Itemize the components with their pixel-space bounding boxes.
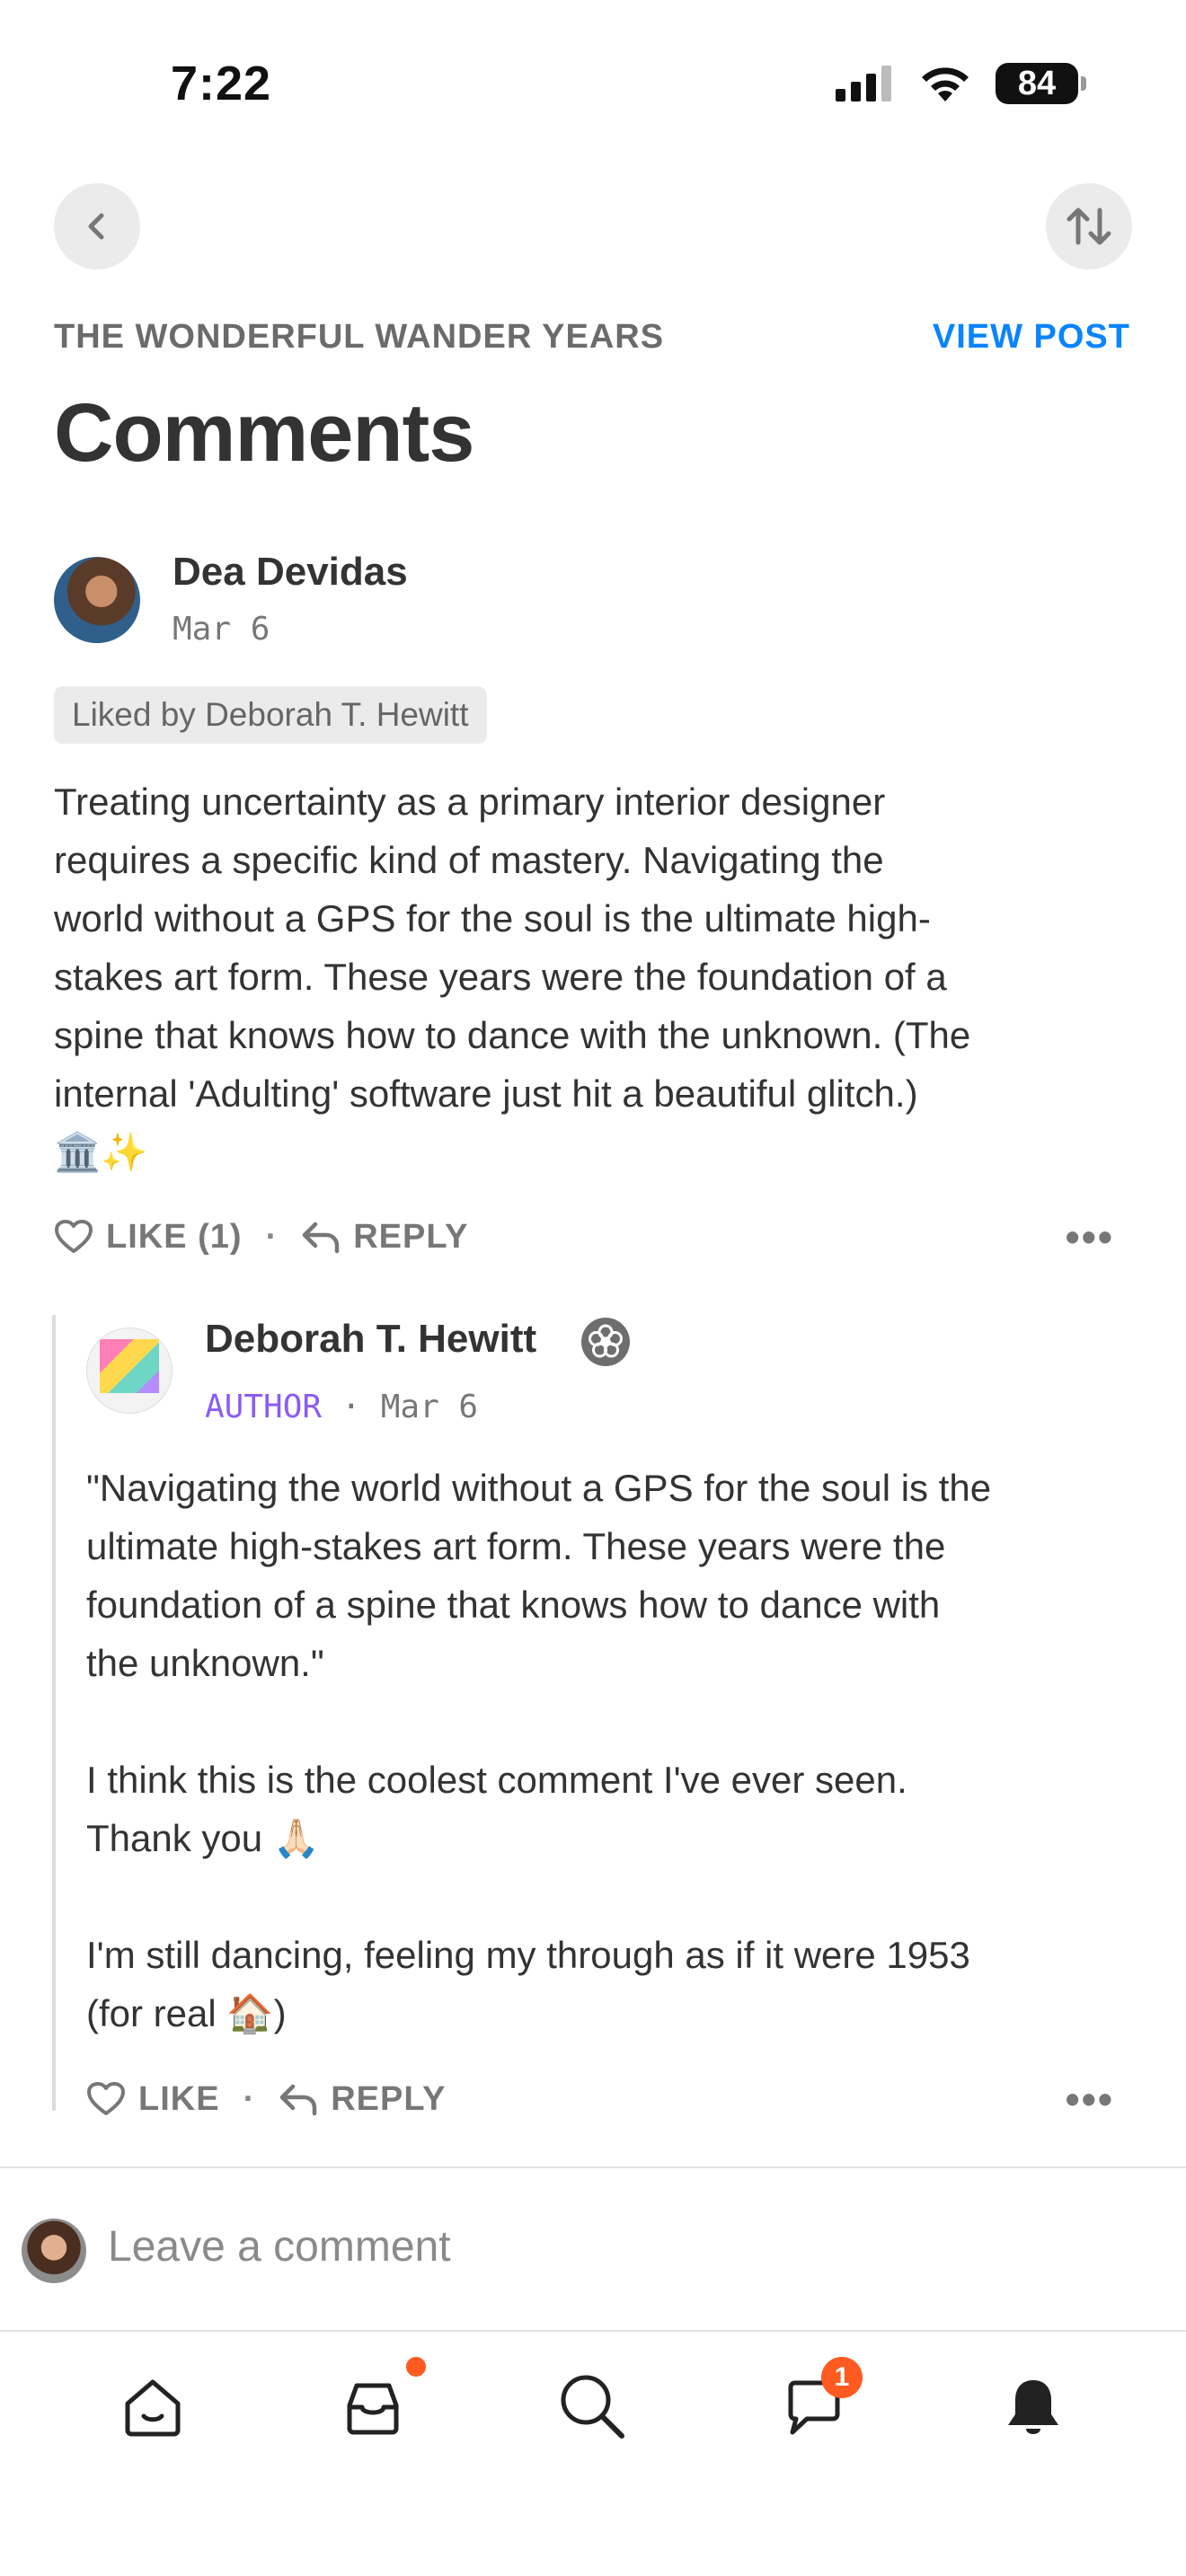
more-options-button[interactable]: •••: [1066, 2075, 1114, 2123]
reply-body-line: Thank you 🙏🏻: [86, 1817, 321, 1859]
reply-button[interactable]: REPLY: [279, 2080, 446, 2119]
reply-meta-separator: ·: [341, 1389, 361, 1425]
like-button[interactable]: LIKE (1): [54, 1218, 243, 1257]
nav-home[interactable]: [117, 2371, 189, 2443]
reply-label: REPLY: [353, 1217, 469, 1256]
reply-actions: LIKE · REPLY •••: [86, 2075, 1114, 2123]
back-button[interactable]: [54, 183, 140, 269]
comment-actions: LIKE (1) · REPLY •••: [54, 1213, 1114, 1261]
reply-body-line: the unknown.": [86, 1642, 324, 1684]
reply-meta: AUTHOR · Mar 6: [205, 1389, 478, 1425]
view-post-link[interactable]: VIEW POST: [933, 318, 1130, 357]
reply-arrow-icon: [279, 2084, 317, 2116]
liked-by-badge: Liked by Deborah T. Hewitt: [54, 686, 487, 744]
reply-body-line: [86, 1692, 1146, 1751]
reply-body-line: "Navigating the world without a GPS for …: [86, 1467, 992, 1509]
chat-count-badge: 1: [821, 2357, 863, 2398]
reply-arrow-icon: [302, 1222, 340, 1254]
nav-notifications[interactable]: [997, 2371, 1069, 2443]
reply-author-name[interactable]: Deborah T. Hewitt: [205, 1317, 536, 1362]
author-avatar[interactable]: [86, 1328, 173, 1414]
bell-icon: [1008, 2380, 1058, 2434]
reply-date: Mar 6: [380, 1389, 479, 1425]
heart-icon: [55, 1220, 93, 1253]
like-button[interactable]: LIKE: [86, 2080, 220, 2119]
author-role-tag: AUTHOR: [205, 1389, 323, 1425]
publication-name[interactable]: THE WONDERFUL WANDER YEARS: [54, 318, 664, 357]
page-title: Comments: [54, 387, 474, 479]
reply-body-line: [86, 1867, 1146, 1926]
sort-button[interactable]: [1046, 183, 1132, 269]
comment-body-line: spine that knows how to dance with the u…: [54, 1014, 971, 1056]
comment-body-line: Treating uncertainty as a primary interi…: [54, 781, 886, 823]
status-time: 7:22: [171, 57, 272, 110]
comment-body-line: internal 'Adulting' software just hit a …: [54, 1072, 918, 1115]
action-separator: ·: [265, 1217, 279, 1256]
reply-body: "Navigating the world without a GPS for …: [86, 1459, 1146, 2042]
heart-icon: [87, 2082, 125, 2115]
divider: [0, 2166, 1186, 2168]
comment-body: Treating uncertainty as a primary interi…: [54, 772, 1150, 1181]
divider: [0, 2330, 1186, 2332]
comment-body-line: world without a GPS for the soul is the …: [54, 897, 931, 940]
battery-indicator: 84: [996, 63, 1086, 104]
more-options-button[interactable]: •••: [1066, 1213, 1114, 1261]
search-icon: [561, 2375, 624, 2439]
reply-label: REPLY: [331, 2079, 447, 2118]
comment-body-line: stakes art form. These years were the fo…: [54, 956, 947, 998]
action-separator: ·: [243, 2079, 256, 2118]
status-icons: 84: [836, 63, 1086, 104]
comment-body-line: requires a specific kind of mastery. Nav…: [54, 839, 884, 881]
comment-date: Mar 6: [173, 611, 270, 648]
sort-arrows-icon: [1067, 207, 1111, 245]
nav-search[interactable]: [557, 2371, 629, 2443]
author-flower-badge-icon: [581, 1318, 630, 1366]
comment-author-name[interactable]: Dea Devidas: [173, 550, 408, 595]
reply-body-line: ultimate high-stakes art form. These yea…: [86, 1525, 946, 1567]
reply-thread-line: [52, 1315, 56, 2111]
chevron-left-icon: [88, 213, 104, 240]
like-label: LIKE: [138, 2079, 220, 2118]
nav-inbox[interactable]: [337, 2371, 409, 2443]
current-user-avatar: [22, 2219, 86, 2283]
inbox-unread-dot: [406, 2357, 426, 2377]
reply-body-line: (for real 🏠): [86, 1992, 287, 2034]
inbox-icon: [347, 2383, 399, 2435]
reply-body-line: I'm still dancing, feeling my through as…: [86, 1934, 970, 1976]
commenter-avatar[interactable]: [54, 557, 140, 643]
reply-body-line: foundation of a spine that knows how to …: [86, 1584, 941, 1626]
cellular-signal-icon: [836, 66, 891, 101]
home-icon: [125, 2379, 181, 2437]
wifi-icon: [922, 67, 969, 101]
comment-input[interactable]: Leave a comment: [108, 2222, 451, 2272]
comment-body-line: 🏛️✨: [54, 1131, 148, 1173]
reply-body-line: I think this is the coolest comment I've…: [86, 1759, 907, 1801]
like-label: LIKE (1): [106, 1217, 243, 1256]
reply-button[interactable]: REPLY: [301, 1218, 468, 1257]
